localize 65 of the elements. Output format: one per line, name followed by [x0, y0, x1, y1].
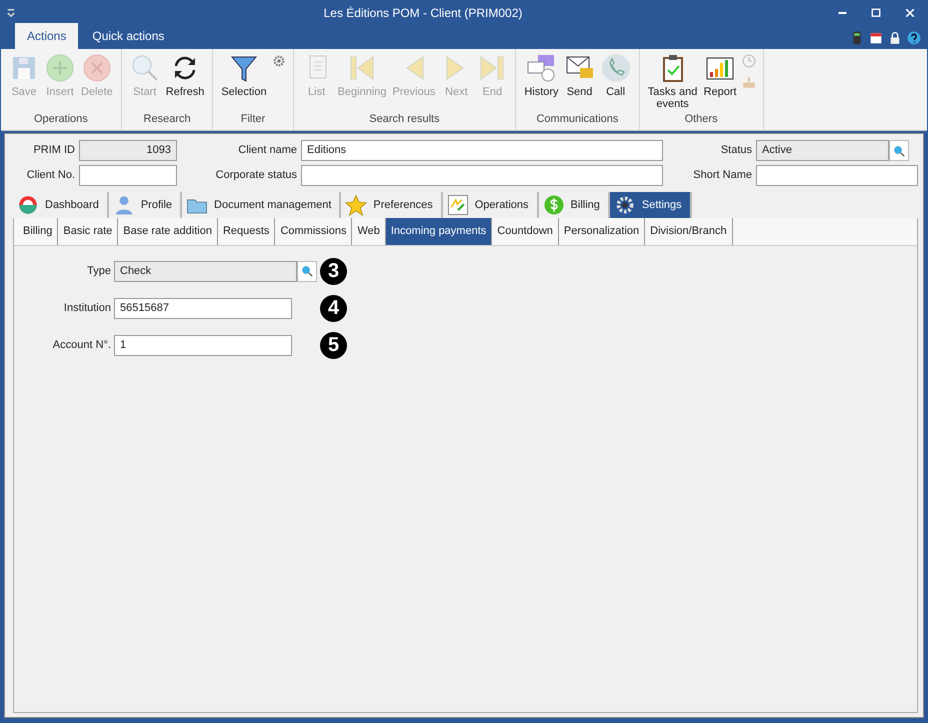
- search-icon: [892, 144, 906, 158]
- tab[interactable]: Incoming payments: [386, 218, 492, 244]
- dashboard-gauge-icon: [17, 194, 39, 216]
- ribbon-button[interactable]: Tasks and events: [646, 53, 700, 110]
- ribbon-group-label: Search results: [368, 112, 441, 126]
- ribbon-button[interactable]: Send: [562, 53, 597, 110]
- input-field[interactable]: 1: [114, 334, 292, 356]
- phone-icon: [600, 53, 631, 83]
- ribbon-button[interactable]: Refresh: [164, 53, 206, 110]
- input-field[interactable]: Active: [756, 140, 889, 161]
- ribbon-tab[interactable]: Quick actions: [80, 23, 176, 49]
- ribbon-button[interactable]: Report: [702, 53, 739, 110]
- ribbon-group-label: Communications: [535, 112, 620, 126]
- tab[interactable]: Settings: [610, 192, 692, 218]
- star-icon: [345, 194, 368, 216]
- field-label: Status: [720, 143, 752, 158]
- input-field[interactable]: Editions: [301, 140, 663, 161]
- input-field[interactable]: [301, 165, 663, 186]
- lookup-button[interactable]: [297, 260, 317, 282]
- field-label: Corporate status: [214, 168, 297, 184]
- lookup-button[interactable]: [889, 140, 909, 161]
- tab[interactable]: Basic rate: [58, 218, 118, 244]
- input-field[interactable]: [756, 165, 918, 186]
- ribbon-button[interactable]: Call: [598, 53, 633, 110]
- field-label: Account N°.: [52, 338, 111, 353]
- calendar-icon[interactable]: [868, 30, 884, 46]
- callout-number: 3: [320, 258, 347, 284]
- tab[interactable]: Personalization: [558, 218, 646, 244]
- minimize-icon: [838, 12, 846, 14]
- ribbon-group-label: Filter: [240, 112, 266, 126]
- ribbon-group-label: Research: [142, 112, 192, 126]
- field-label: Client name: [237, 143, 297, 158]
- field-label: Client No.: [26, 168, 75, 184]
- input-field[interactable]: [79, 165, 177, 186]
- search-icon: [300, 264, 314, 278]
- ribbon-tab[interactable]: Actions: [15, 23, 78, 49]
- plus-icon: [45, 53, 75, 83]
- window-title: Les Éditions POM - Client (PRIM002): [322, 5, 524, 22]
- chat-bubbles-icon: [526, 53, 556, 83]
- readonly-field: 1093: [79, 140, 177, 161]
- input-field[interactable]: Check: [114, 260, 297, 282]
- quick-access-icon: [7, 9, 15, 17]
- search-icon: [130, 53, 160, 83]
- tab[interactable]: Requests: [218, 218, 276, 244]
- tab[interactable]: Billing: [18, 218, 58, 244]
- ribbon-button[interactable]: Selection: [219, 53, 269, 110]
- tab[interactable]: Division/Branch: [645, 218, 733, 244]
- dollar-icon: [542, 194, 565, 216]
- help-icon[interactable]: [906, 30, 922, 46]
- field-label: PRIM ID: [32, 143, 75, 158]
- tab[interactable]: Commissions: [275, 218, 352, 244]
- x-icon: [82, 53, 112, 83]
- callout-number: 5: [320, 332, 347, 358]
- field-label: Type: [86, 264, 111, 279]
- field-label: Institution: [62, 300, 111, 316]
- ribbon-button[interactable]: History: [522, 53, 561, 110]
- gear-icon[interactable]: [270, 53, 287, 69]
- tab[interactable]: Base rate addition: [118, 218, 218, 244]
- input-field[interactable]: 56515687: [114, 298, 292, 318]
- ribbon-group-label: Operations: [32, 112, 89, 126]
- callout-number: 4: [320, 294, 347, 322]
- gear-icon: [614, 194, 636, 216]
- tab[interactable]: Countdown: [492, 218, 559, 244]
- field-label: Short Name: [692, 168, 752, 184]
- ribbon-group-label: Others: [684, 112, 719, 126]
